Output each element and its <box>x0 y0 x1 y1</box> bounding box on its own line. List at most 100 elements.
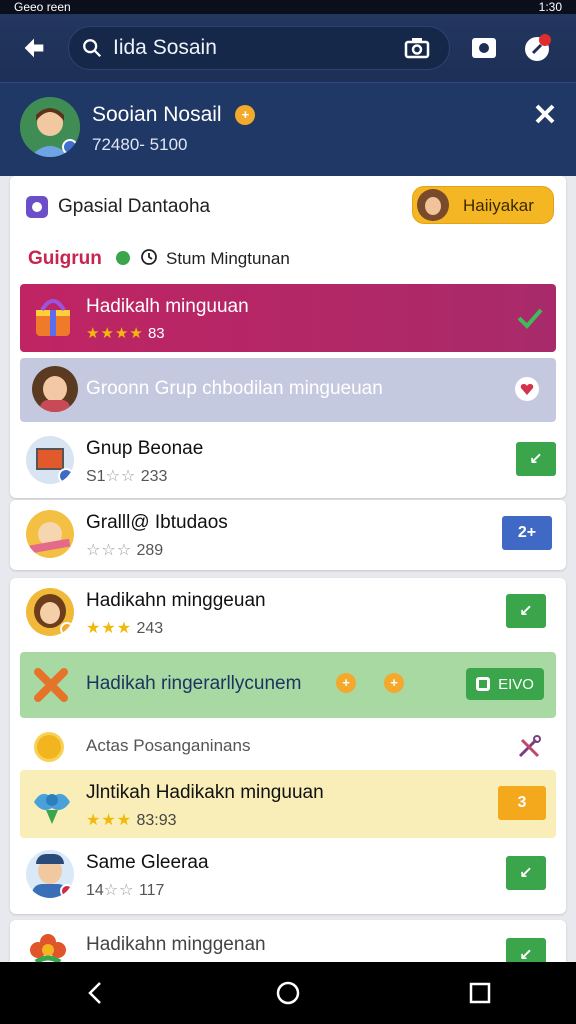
check-icon <box>517 308 543 329</box>
groom-row[interactable]: Groonn Grup chbodilan mingueuan <box>20 358 556 422</box>
star-rating-icon: ☆☆☆ <box>86 542 133 559</box>
row-rating: ★★★ 243 <box>86 618 163 638</box>
actas-row[interactable]: Actas Posanganinans <box>10 722 566 768</box>
avatar-badge <box>62 139 78 155</box>
nav-recents-icon[interactable] <box>466 979 494 1007</box>
back-button[interactable] <box>12 26 56 70</box>
profile-header: Sooian Nosail + 72480- 5100 <box>0 82 576 176</box>
chat-icon <box>26 196 48 218</box>
status-left: Geeo reen <box>14 0 71 14</box>
status-bar: Geeo reen 1:30 <box>0 0 576 14</box>
search-icon <box>83 39 102 58</box>
row-title: Gnup Beonae <box>86 438 204 459</box>
camera-button[interactable] <box>397 28 437 68</box>
star-rating-icon: ☆☆ <box>103 882 135 899</box>
main-card: Gpasial Dantaoha Haiiyakar Guigrun Stum … <box>10 176 566 498</box>
search-bar[interactable]: Iida Sosain <box>68 26 450 70</box>
status-time: 1:30 <box>538 0 562 14</box>
action-button[interactable]: ↙ <box>516 442 556 476</box>
character-avatar <box>26 510 74 558</box>
section-heading: Gpasial Dantaoha <box>58 196 211 217</box>
row-title: Gralll@ Ibtudaos <box>86 512 228 533</box>
action-button[interactable]: ↙ <box>506 856 546 890</box>
rating-value: 83:93 <box>136 812 177 829</box>
rating-value: 117 <box>138 882 165 899</box>
nav-back-icon[interactable] <box>82 979 110 1007</box>
woman-avatar <box>32 366 78 412</box>
list-item[interactable]: Gnup Beonae S1☆☆ 233 ↙ <box>10 426 566 498</box>
bouquet-icon <box>34 793 70 824</box>
search-input[interactable]: Iida Sosain <box>113 36 397 60</box>
row-title: Hadikalh minguuan <box>86 296 249 317</box>
add-label: 2+ <box>517 524 537 541</box>
gralll-card[interactable]: Gralll@ Ibtudaos ☆☆☆ 289 2+ <box>10 500 566 570</box>
score-button[interactable]: 3 <box>498 786 546 820</box>
ringe-row[interactable]: Hadikah ringerarllycunem + + EIVO <box>20 652 556 718</box>
system-nav-bar <box>0 962 576 1024</box>
profile-avatar[interactable] <box>20 97 80 157</box>
notification-button[interactable] <box>518 28 558 68</box>
row-rating: ☆☆☆ 289 <box>86 540 163 560</box>
profile-name: Sooian Nosail + <box>92 103 256 127</box>
jintikah-row[interactable]: Jlntikah Hadikakn minguuan ★★★ 83:93 3 <box>20 770 556 838</box>
rating-value: 83 <box>147 325 165 342</box>
tv-avatar <box>26 436 74 484</box>
coin-icon: + <box>336 673 356 693</box>
camera-icon <box>404 38 430 59</box>
rating-prefix: 14 <box>86 882 104 899</box>
clock-icon <box>141 249 157 265</box>
haiiyakar-chip[interactable]: Haiiyakar <box>412 186 554 224</box>
back-arrow-icon <box>24 38 44 58</box>
profile-subtitle: 72480- 5100 <box>92 135 188 154</box>
row-rating: S1☆☆ 233 <box>86 466 167 486</box>
action-button[interactable]: ↙ <box>506 594 546 628</box>
close-button[interactable] <box>532 101 558 127</box>
gift-basket-icon <box>36 299 70 336</box>
group-tab[interactable]: Guigrun <box>28 248 102 270</box>
online-dot-icon <box>116 251 130 265</box>
coin-icon: + <box>235 105 256 125</box>
heart-icon[interactable] <box>514 376 540 402</box>
rating-value: 243 <box>136 620 164 637</box>
profile-name-text: Sooian Nosail <box>92 103 222 126</box>
eivo-button[interactable]: EIVO <box>466 668 544 700</box>
star-rating-icon: ☆☆ <box>105 468 137 485</box>
cross-icon <box>34 668 68 702</box>
chip-avatar <box>417 189 449 221</box>
hadikah-featured-row[interactable]: Hadikalh minguuan ★★★★ 83 <box>20 284 556 352</box>
row-title: Groonn Grup chbodilan mingueuan <box>86 378 383 399</box>
photo-button[interactable] <box>464 28 504 68</box>
star-rating-icon: ★★★ <box>86 812 133 829</box>
row-title: Hadikahn minggeuan <box>86 590 266 611</box>
coin-icon: + <box>384 673 404 693</box>
row-rating: 14☆☆ 117 <box>86 880 164 900</box>
list-item[interactable]: Hadikahn minggeuan ★★★ 243 ↙ <box>10 578 566 650</box>
man-avatar <box>26 850 74 898</box>
action-glyph: ↙ <box>529 451 543 468</box>
nav-home-icon[interactable] <box>274 979 302 1007</box>
photo-icon <box>472 38 496 58</box>
row-title: Same Gleeraa <box>86 852 209 873</box>
rating-prefix: S1 <box>86 468 106 485</box>
star-rating-icon: ★★★ <box>86 620 133 637</box>
gold-coin-icon <box>34 732 64 762</box>
section-header: Gpasial Dantaoha Haiiyakar <box>10 176 566 238</box>
rating-value: 233 <box>140 468 168 485</box>
row-title: Hadikahn minggenan <box>86 934 266 955</box>
close-icon <box>535 104 555 124</box>
star-rating-icon: ★★★★ <box>86 325 144 342</box>
notification-icon <box>525 34 551 61</box>
add-button[interactable]: 2+ <box>502 516 552 550</box>
chip-label: Haiiyakar <box>463 196 534 215</box>
row-title: Actas Posanganinans <box>86 736 251 755</box>
rating-value: 289 <box>136 542 164 559</box>
row-title: Jlntikah Hadikakn minguuan <box>86 782 324 803</box>
tools-icon[interactable] <box>516 734 542 760</box>
row-title: Hadikah ringerarllycunem <box>86 673 302 694</box>
app-bar: Iida Sosain <box>0 14 576 82</box>
list-item[interactable]: Same Gleeraa 14☆☆ 117 ↙ <box>10 842 566 914</box>
group-tab-row: Guigrun Stum Mingtunan <box>10 240 566 276</box>
row-rating: ★★★★ 83 <box>86 324 165 342</box>
girl-avatar <box>26 588 74 636</box>
square-icon <box>476 677 491 691</box>
